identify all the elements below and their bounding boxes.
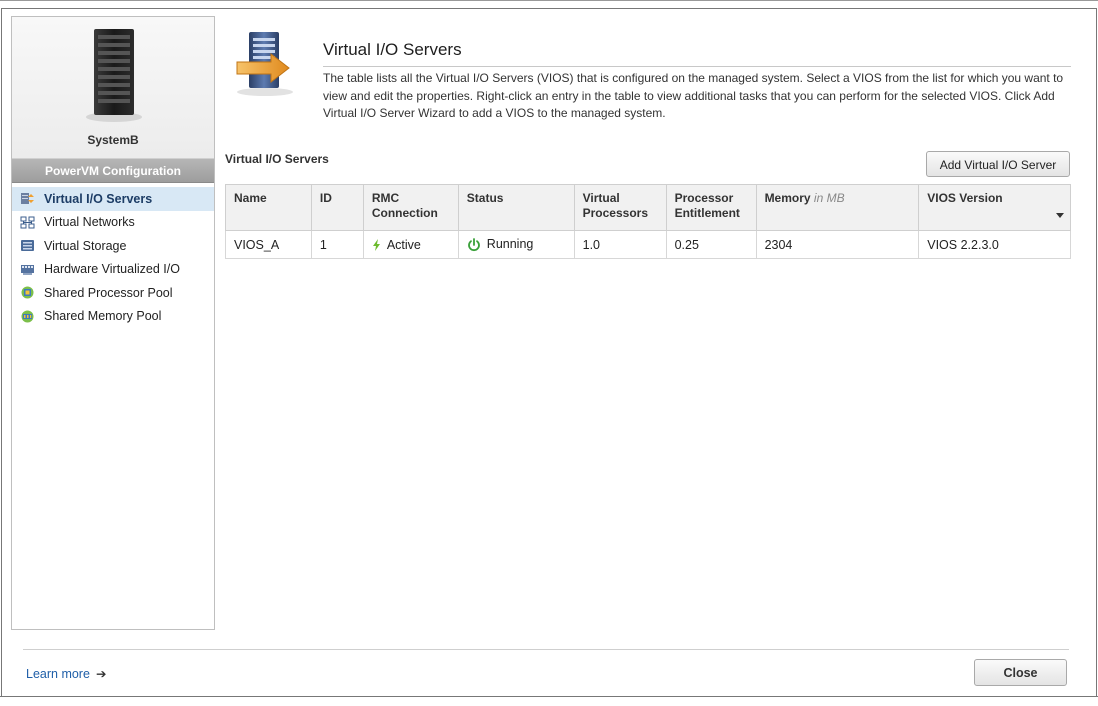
- server-rack-icon: [86, 29, 142, 122]
- nav-item-shared-processor-pool[interactable]: Shared Processor Pool: [12, 281, 214, 305]
- cell-vios-version: VIOS 2.2.3.0: [918, 230, 1071, 259]
- cell-memory: 2304: [755, 230, 920, 259]
- table-section-label: Virtual I/O Servers: [225, 152, 329, 166]
- nav-item-shared-memory-pool[interactable]: Shared Memory Pool: [12, 305, 214, 329]
- arrow-right-icon: ➔: [95, 667, 107, 681]
- footer-divider: [23, 649, 1069, 650]
- config-nav: Virtual I/O Servers Virtual Networks Vir…: [12, 187, 214, 328]
- cell-status: Running: [457, 230, 575, 259]
- storage-icon: [21, 240, 34, 252]
- nav-item-virtual-io-servers[interactable]: Virtual I/O Servers: [12, 187, 214, 211]
- status-text: Running: [486, 237, 534, 252]
- power-running-icon: [467, 237, 480, 251]
- column-header-memory[interactable]: Memory in MB: [755, 184, 920, 231]
- table-row[interactable]: VIOS_A 1 Active Running 1.0 0.25 2304 VI…: [225, 230, 1071, 259]
- rmc-status-text: Active: [386, 237, 421, 252]
- processor-pool-icon: [21, 286, 34, 299]
- column-header-status[interactable]: Status: [457, 184, 575, 231]
- powervm-config-header: PowerVM Configuration: [12, 159, 214, 183]
- bottom-border: [0, 696, 1098, 706]
- column-header-name[interactable]: Name: [225, 184, 312, 231]
- learn-more-label: Learn more: [26, 667, 90, 681]
- hardware-io-icon: [21, 264, 34, 275]
- virtual-io-server-icon: [236, 32, 293, 96]
- nav-label: Virtual Networks: [44, 215, 135, 230]
- column-header-virtual-processors[interactable]: Virtual Processors: [573, 184, 667, 231]
- network-icon: [20, 216, 35, 229]
- cell-virtual-processors: 1.0: [573, 230, 667, 259]
- page-title: Virtual I/O Servers: [323, 40, 462, 59]
- cell-rmc-connection: Active: [362, 230, 459, 259]
- vios-table: Name ID RMC Connection Status Virtual Pr…: [225, 184, 1071, 259]
- learn-more-link[interactable]: Learn more ➔: [26, 666, 106, 681]
- column-header-vios-version-label: VIOS Version: [927, 191, 1003, 205]
- page-description: The table lists all the Virtual I/O Serv…: [323, 71, 1064, 120]
- memory-pool-icon: [21, 310, 34, 323]
- column-header-id[interactable]: ID: [310, 184, 364, 231]
- table-header-row: Name ID RMC Connection Status Virtual Pr…: [225, 184, 1071, 231]
- system-header: SystemB: [12, 17, 214, 159]
- vios-icon: [21, 193, 34, 205]
- column-menu-caret-icon[interactable]: [1056, 213, 1064, 218]
- lightning-bolt-icon: [372, 239, 380, 252]
- nav-label: Shared Processor Pool: [44, 285, 173, 300]
- title-divider: [323, 66, 1071, 67]
- cell-name[interactable]: VIOS_A: [225, 230, 312, 259]
- top-border: [0, 0, 1098, 2]
- column-header-vios-version[interactable]: VIOS Version: [918, 184, 1071, 231]
- close-button[interactable]: Close: [974, 659, 1067, 686]
- system-name: SystemB: [87, 133, 139, 147]
- nav-label: Virtual I/O Servers: [44, 191, 153, 206]
- cell-id: 1: [310, 230, 364, 259]
- column-header-rmc-connection[interactable]: RMC Connection: [362, 184, 459, 231]
- left-panel: SystemB PowerVM Configuration Virtual I/…: [11, 16, 215, 630]
- column-header-memory-unit: in MB: [813, 191, 845, 205]
- add-virtual-io-server-button[interactable]: Add Virtual I/O Server: [926, 151, 1070, 177]
- nav-label: Virtual Storage: [44, 238, 127, 253]
- column-header-processor-entitlement[interactable]: Processor Entitlement: [665, 184, 757, 231]
- nav-item-virtual-storage[interactable]: Virtual Storage: [12, 234, 214, 258]
- column-header-memory-label: Memory: [764, 191, 811, 205]
- cell-processor-entitlement: 0.25: [665, 230, 757, 259]
- nav-label: Shared Memory Pool: [44, 309, 162, 324]
- nav-item-virtual-networks[interactable]: Virtual Networks: [12, 211, 214, 235]
- nav-item-hardware-virtualized-io[interactable]: Hardware Virtualized I/O: [12, 258, 214, 282]
- nav-label: Hardware Virtualized I/O: [44, 262, 180, 277]
